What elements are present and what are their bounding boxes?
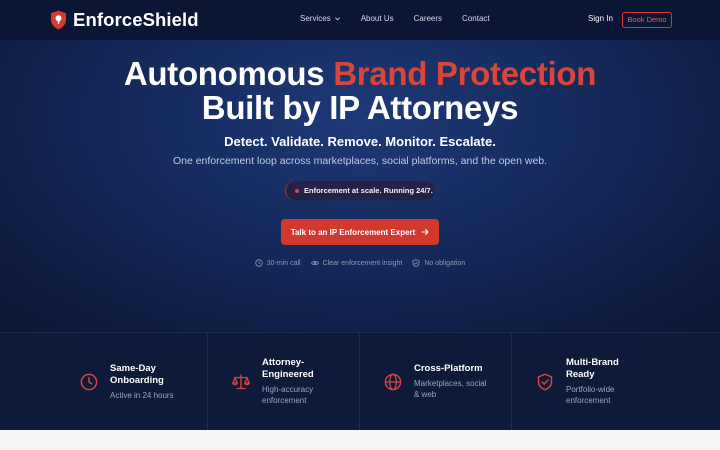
nav-services[interactable]: Services xyxy=(300,14,341,23)
sign-in-link[interactable]: Sign In xyxy=(588,14,613,23)
feature-cross-platform: Cross-Platform Marketplaces, social & we… xyxy=(360,333,512,430)
clock-icon xyxy=(80,373,98,391)
scales-icon xyxy=(232,374,250,390)
feature-title-line-2: Engineered xyxy=(262,369,314,380)
status-dot-icon xyxy=(295,188,299,193)
headline-accent: Brand Protection xyxy=(333,55,597,92)
hero-tagline: Detect. Validate. Remove. Monitor. Escal… xyxy=(224,134,496,149)
shield-logo-icon xyxy=(51,10,66,30)
feature-desc-line-1: High-accuracy xyxy=(262,385,314,394)
next-section-edge xyxy=(0,430,720,450)
brand-logo-link[interactable]: EnforceShield xyxy=(50,9,199,31)
headline-line-2: Built by IP Attorneys xyxy=(201,89,519,126)
feature-title-line-1: Attorney- xyxy=(262,357,305,368)
talk-to-expert-button[interactable]: Talk to an IP Enforcement Expert xyxy=(281,219,439,245)
brand-name: EnforceShield xyxy=(73,9,199,30)
feature-multi-brand-ready: Multi-Brand Ready Portfolio-wide enforce… xyxy=(512,333,720,430)
headline-line-1: Autonomous Brand Protection xyxy=(0,55,720,93)
status-pill: Enforcement at scale. Running 24/7. xyxy=(285,181,435,200)
nav-about-us[interactable]: About Us xyxy=(361,14,394,23)
nav-services-label: Services xyxy=(300,14,331,23)
status-pill-text: Enforcement at scale. Running 24/7. xyxy=(304,186,433,195)
hero-subtitle: One enforcement loop across marketplaces… xyxy=(172,155,548,167)
feature-title-line-1: Multi-Brand xyxy=(566,357,619,368)
meta-item: No obligation xyxy=(412,259,465,267)
cta-meta: 30-min call Clear enforcement insight No… xyxy=(0,259,720,267)
meta-text: Clear enforcement insight xyxy=(322,259,403,267)
feature-title-line-1: Same-Day xyxy=(110,363,156,374)
meta-item: Clear enforcement insight xyxy=(310,259,403,267)
eye-icon xyxy=(310,260,319,266)
meta-text: 30-min call xyxy=(266,259,301,267)
cta-label: Talk to an IP Enforcement Expert xyxy=(290,227,416,237)
feature-desc-line-1: Marketplaces, social xyxy=(414,379,487,388)
feature-title-line-2: Ready xyxy=(566,369,595,380)
feature-desc-line-1: Portfolio-wide xyxy=(566,385,615,394)
hero-section: EnforceShield Services About Us Careers … xyxy=(0,0,720,430)
shield-check-icon xyxy=(537,373,553,391)
arrow-right-icon xyxy=(422,228,430,236)
feature-title-line-1: Cross-Platform xyxy=(414,363,483,374)
globe-icon xyxy=(384,373,402,391)
feature-desc-line-2: enforcement xyxy=(566,396,611,405)
feature-title-line-2: Onboarding xyxy=(110,375,164,386)
clock-icon xyxy=(255,259,263,267)
features-strip: Same-Day Onboarding Active in 24 hours A… xyxy=(0,332,720,430)
top-nav: EnforceShield Services About Us Careers … xyxy=(0,0,720,40)
book-demo-button[interactable]: Book Demo xyxy=(622,11,672,28)
meta-text: No obligation xyxy=(424,259,466,267)
feature-desc-line-2: enforcement xyxy=(262,396,307,405)
feature-desc-line-2: & web xyxy=(414,390,437,399)
nav-links: Services About Us Careers Contact xyxy=(300,14,510,23)
headline-part-1: Autonomous xyxy=(123,55,334,92)
feature-attorney-engineered: Attorney- Engineered High-accuracy enfor… xyxy=(208,333,360,430)
nav-contact[interactable]: Contact xyxy=(462,14,490,23)
feature-desc-line-1: Active in 24 hours xyxy=(110,391,174,400)
nav-careers[interactable]: Careers xyxy=(414,14,442,23)
shield-check-icon xyxy=(412,259,420,267)
meta-item: 30-min call xyxy=(255,259,301,267)
chevron-down-icon xyxy=(334,17,340,21)
feature-same-day-onboarding: Same-Day Onboarding Active in 24 hours xyxy=(0,333,208,430)
